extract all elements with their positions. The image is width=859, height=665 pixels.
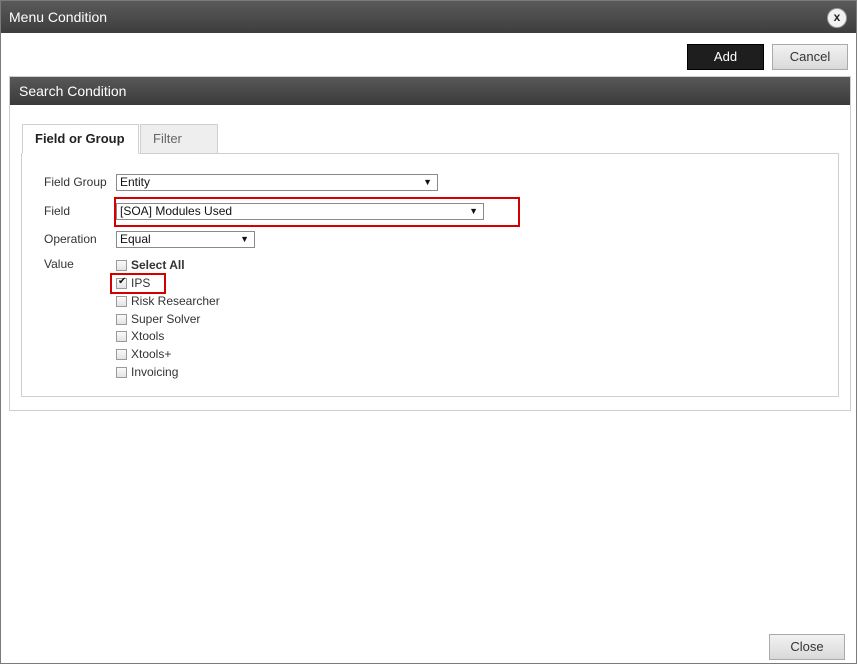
list-item: Xtools+ xyxy=(116,347,171,365)
option-label: Xtools+ xyxy=(131,347,172,361)
field-select[interactable]: [SOA] Modules Used ▼ xyxy=(116,203,484,220)
menu-condition-dialog: Menu Condition x Add Cancel Search Condi… xyxy=(0,0,857,664)
option-label: Super Solver xyxy=(131,312,201,326)
invoicing-checkbox[interactable] xyxy=(116,367,127,378)
operation-label: Operation xyxy=(44,232,97,246)
super-solver-checkbox[interactable] xyxy=(116,314,127,325)
option-label: IPS xyxy=(131,276,151,290)
select-all-checkbox[interactable] xyxy=(116,260,127,271)
xtools-checkbox[interactable] xyxy=(116,331,127,342)
dialog-titlebar: Menu Condition x xyxy=(1,1,856,33)
field-label: Field xyxy=(44,204,71,218)
list-item: Invoicing xyxy=(116,365,178,383)
option-label: Xtools xyxy=(131,329,165,343)
risk-researcher-checkbox[interactable] xyxy=(116,296,127,307)
search-condition-section: Search Condition Field or Group Filter L… xyxy=(9,76,851,411)
section-title: Search Condition xyxy=(10,77,850,105)
field-value: [SOA] Modules Used xyxy=(120,204,233,218)
chevron-down-icon: ▼ xyxy=(423,177,432,187)
field-group-select[interactable]: Entity ▼ xyxy=(116,174,438,191)
list-item: Super Solver xyxy=(116,312,200,330)
operation-select[interactable]: Equal ▼ xyxy=(116,231,255,248)
close-button[interactable]: Close xyxy=(769,634,845,660)
chevron-down-icon: ▼ xyxy=(469,206,478,216)
dialog-title: Menu Condition xyxy=(9,9,108,25)
operation-value: Equal xyxy=(120,232,151,246)
tab-field-or-group[interactable]: Field or Group xyxy=(22,124,139,154)
xtools-plus-checkbox[interactable] xyxy=(116,349,127,360)
option-label: Invoicing xyxy=(131,365,179,379)
option-label: Risk Researcher xyxy=(131,294,220,308)
cancel-button[interactable]: Cancel xyxy=(772,44,848,70)
select-all-label: Select All xyxy=(131,258,185,272)
list-item: IPS xyxy=(116,276,150,294)
field-group-label: Field Group xyxy=(44,175,107,189)
chevron-down-icon: ▼ xyxy=(240,234,249,244)
field-group-value: Entity xyxy=(120,175,151,189)
add-button[interactable]: Add xyxy=(687,44,764,70)
close-icon[interactable]: x xyxy=(827,8,847,28)
list-item: Risk Researcher xyxy=(116,294,220,312)
ips-checkbox[interactable] xyxy=(116,276,127,289)
value-label: Value xyxy=(44,257,74,271)
list-item: Xtools xyxy=(116,329,164,347)
tab-panel: Field Group Entity ▼ Field [SOA] Modules… xyxy=(21,153,839,397)
tab-filter-list[interactable]: Filter List xyxy=(140,124,218,174)
